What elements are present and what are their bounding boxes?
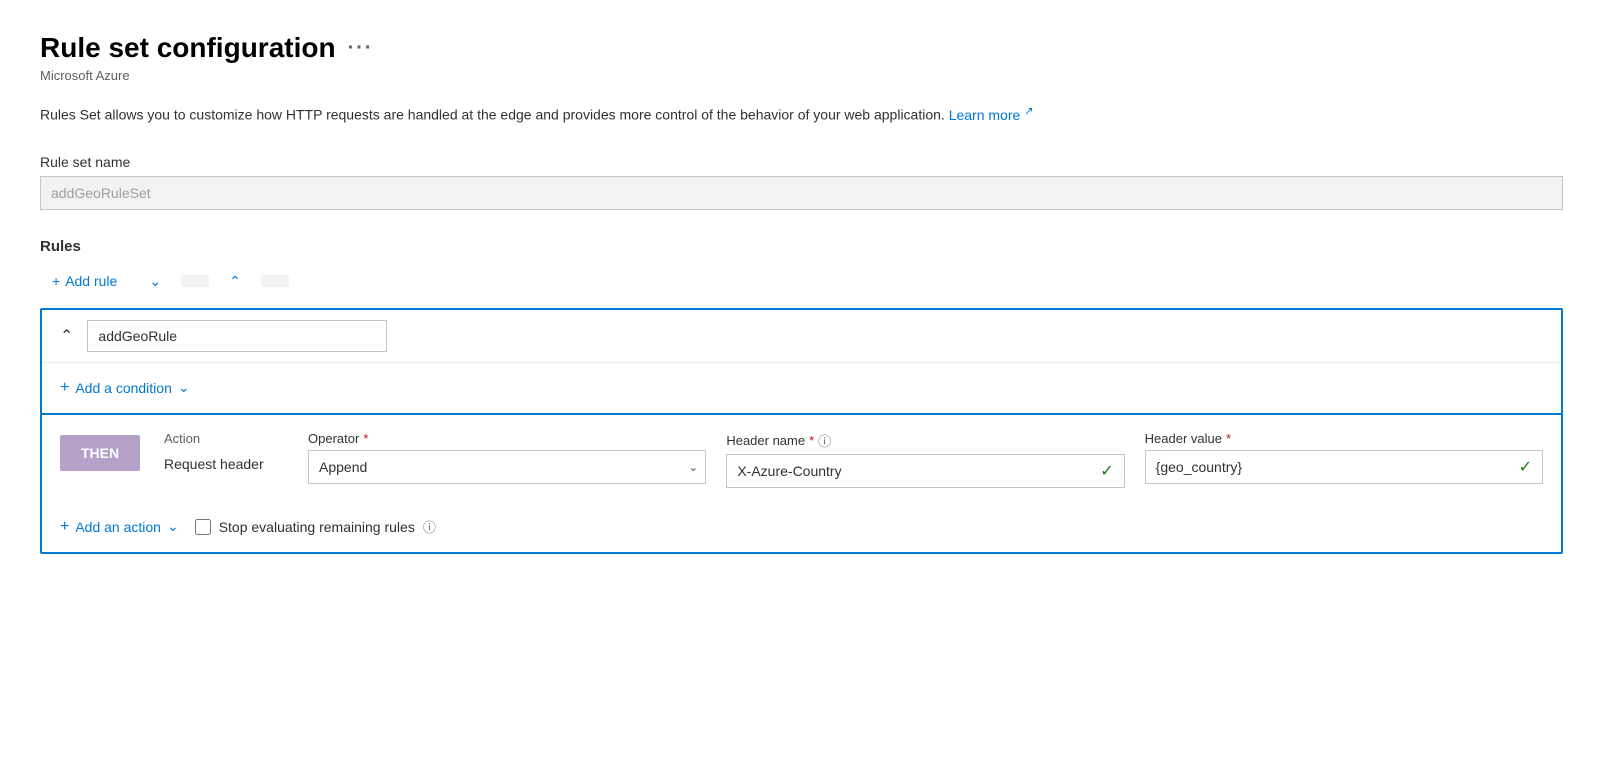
add-rule-button[interactable]: + Add rule [40, 267, 129, 295]
rules-toolbar: + Add rule ⌄ ⌃ [40, 267, 1563, 296]
stop-evaluating-label: Stop evaluating remaining rules [219, 519, 415, 535]
header-value-input[interactable] [1146, 453, 1509, 481]
header-value-input-wrapper: ✓ [1145, 450, 1543, 484]
stop-rule-group: Stop evaluating remaining rules ⓘ [195, 517, 436, 536]
add-rule-label: Add rule [65, 273, 117, 289]
expand-chevron-button[interactable]: ⌃ [217, 267, 253, 296]
header-value-required-star: * [1226, 431, 1231, 446]
collapse-chevron-button[interactable]: ⌄ [137, 267, 173, 296]
rules-section-title: Rules [40, 238, 1563, 255]
condition-bar: + Add a condition ⌄ [42, 363, 1561, 415]
then-section: THEN Action Request header Operator * [42, 415, 1561, 488]
learn-more-link[interactable]: Learn more ↗ [949, 107, 1034, 123]
add-action-chevron-icon: ⌄ [167, 518, 179, 535]
add-condition-button[interactable]: + Add a condition ⌄ [60, 377, 190, 399]
rule-set-name-section: Rule set name [40, 154, 1563, 210]
header-name-required-star: * [809, 433, 814, 448]
action-group: Action Request header [164, 431, 284, 472]
header-name-check-icon: ✓ [1090, 461, 1123, 481]
fields-row: Operator * Append Delete Overwrite ⌄ [308, 431, 1543, 488]
stop-evaluating-info-icon: ⓘ [423, 517, 436, 536]
disabled-button-2 [261, 275, 289, 287]
then-row: THEN Action Request header Operator * [60, 431, 1543, 488]
rules-section: Rules + Add rule ⌄ ⌃ ⌃ + Add a condition [40, 238, 1563, 554]
chevron-up-icon: ⌃ [60, 328, 73, 345]
rule-header: ⌃ [42, 310, 1561, 363]
rule-set-name-input[interactable] [40, 176, 1563, 210]
header-value-label: Header value * [1145, 431, 1543, 446]
chevron-down-icon: ⌄ [178, 379, 190, 396]
page-description: Rules Set allows you to customize how HT… [40, 103, 1563, 126]
page-subtitle: Microsoft Azure [40, 68, 1563, 83]
header-name-info-icon: ⓘ [818, 431, 831, 450]
header-name-input-wrapper: ✓ [726, 454, 1124, 488]
rule-container: ⌃ + Add a condition ⌄ THEN Action Reques… [40, 308, 1563, 554]
header-name-label: Header name * ⓘ [726, 431, 1124, 450]
page-header: Rule set configuration ··· Microsoft Azu… [40, 32, 1563, 83]
header-name-field-group: Header name * ⓘ ✓ [726, 431, 1124, 488]
page-title-text: Rule set configuration [40, 32, 336, 64]
chevron-down-icon: ⌄ [149, 273, 161, 290]
add-action-label: Add an action [75, 519, 161, 535]
rule-name-input[interactable] [87, 320, 387, 352]
plus-icon: + [60, 379, 69, 397]
plus-icon: + [60, 518, 69, 536]
chevron-up-icon: ⌃ [229, 273, 241, 290]
operator-field-group: Operator * Append Delete Overwrite ⌄ [308, 431, 706, 484]
add-condition-label: Add a condition [75, 380, 172, 396]
ellipsis-menu[interactable]: ··· [348, 37, 374, 60]
stop-evaluating-checkbox[interactable] [195, 519, 211, 535]
rule-set-name-label: Rule set name [40, 154, 1563, 170]
rule-collapse-button[interactable]: ⌃ [56, 324, 77, 348]
action-label: Action [164, 431, 284, 446]
then-badge: THEN [60, 435, 140, 471]
action-value: Request header [164, 450, 284, 472]
action-footer: + Add an action ⌄ Stop evaluating remain… [42, 504, 1561, 552]
operator-label: Operator * [308, 431, 706, 446]
plus-icon: + [52, 273, 60, 289]
disabled-button-1 [181, 275, 209, 287]
operator-select[interactable]: Append Delete Overwrite [308, 450, 706, 484]
header-value-check-icon: ✓ [1509, 457, 1542, 477]
add-action-button[interactable]: + Add an action ⌄ [60, 516, 179, 538]
operator-required-star: * [363, 431, 368, 446]
header-value-field-group: Header value * ✓ [1145, 431, 1543, 484]
operator-select-wrapper: Append Delete Overwrite ⌄ [308, 450, 706, 484]
header-name-input[interactable] [727, 457, 1090, 485]
